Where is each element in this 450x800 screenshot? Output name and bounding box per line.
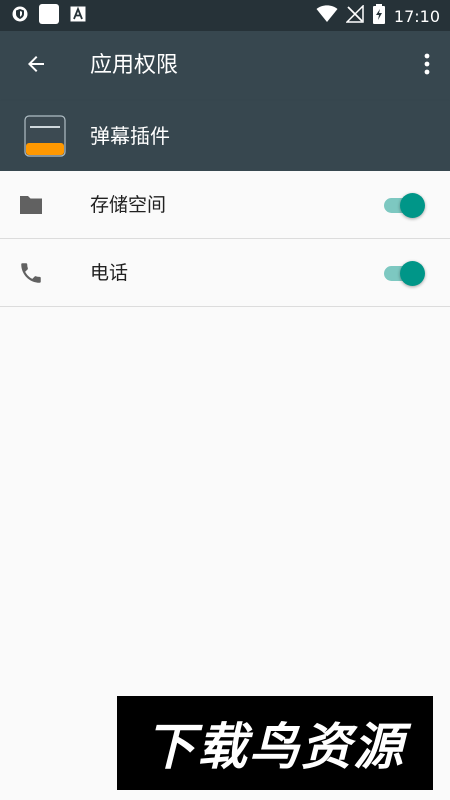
more-vert-icon xyxy=(424,53,430,79)
status-bar-notifications xyxy=(12,3,86,29)
watermark-text: 下载鸟资源 xyxy=(145,718,405,776)
storage-permission-toggle[interactable] xyxy=(382,191,430,219)
phone-icon xyxy=(18,260,44,286)
switch-thumb xyxy=(400,193,425,218)
shield-icon xyxy=(12,6,28,26)
font-a-icon xyxy=(70,6,86,26)
no-signal-icon xyxy=(345,4,364,27)
switch-thumb xyxy=(400,261,425,286)
battery-charging-icon xyxy=(372,4,386,28)
status-bar: 17:10 xyxy=(0,0,450,31)
folder-icon xyxy=(18,192,44,218)
wifi-icon xyxy=(316,5,338,27)
phone-permission-toggle[interactable] xyxy=(382,259,430,287)
permission-row-storage[interactable]: 存储空间 xyxy=(0,171,450,239)
back-button[interactable] xyxy=(14,44,58,88)
more-options-button[interactable] xyxy=(412,44,442,88)
status-time: 17:10 xyxy=(393,6,440,26)
white-square-icon xyxy=(38,3,60,29)
permission-row-phone[interactable]: 电话 xyxy=(0,239,450,307)
watermark: 下载鸟资源 xyxy=(117,696,433,790)
app-icon xyxy=(24,115,66,157)
app-header: 弹幕插件 xyxy=(0,101,450,171)
permission-label: 电话 xyxy=(90,262,129,284)
status-bar-system: 17:10 xyxy=(316,4,440,28)
page-title: 应用权限 xyxy=(90,53,179,78)
app-name: 弹幕插件 xyxy=(90,124,170,148)
arrow-left-icon xyxy=(24,52,48,80)
permission-label: 存储空间 xyxy=(90,194,167,216)
app-bar: 应用权限 xyxy=(0,31,450,101)
